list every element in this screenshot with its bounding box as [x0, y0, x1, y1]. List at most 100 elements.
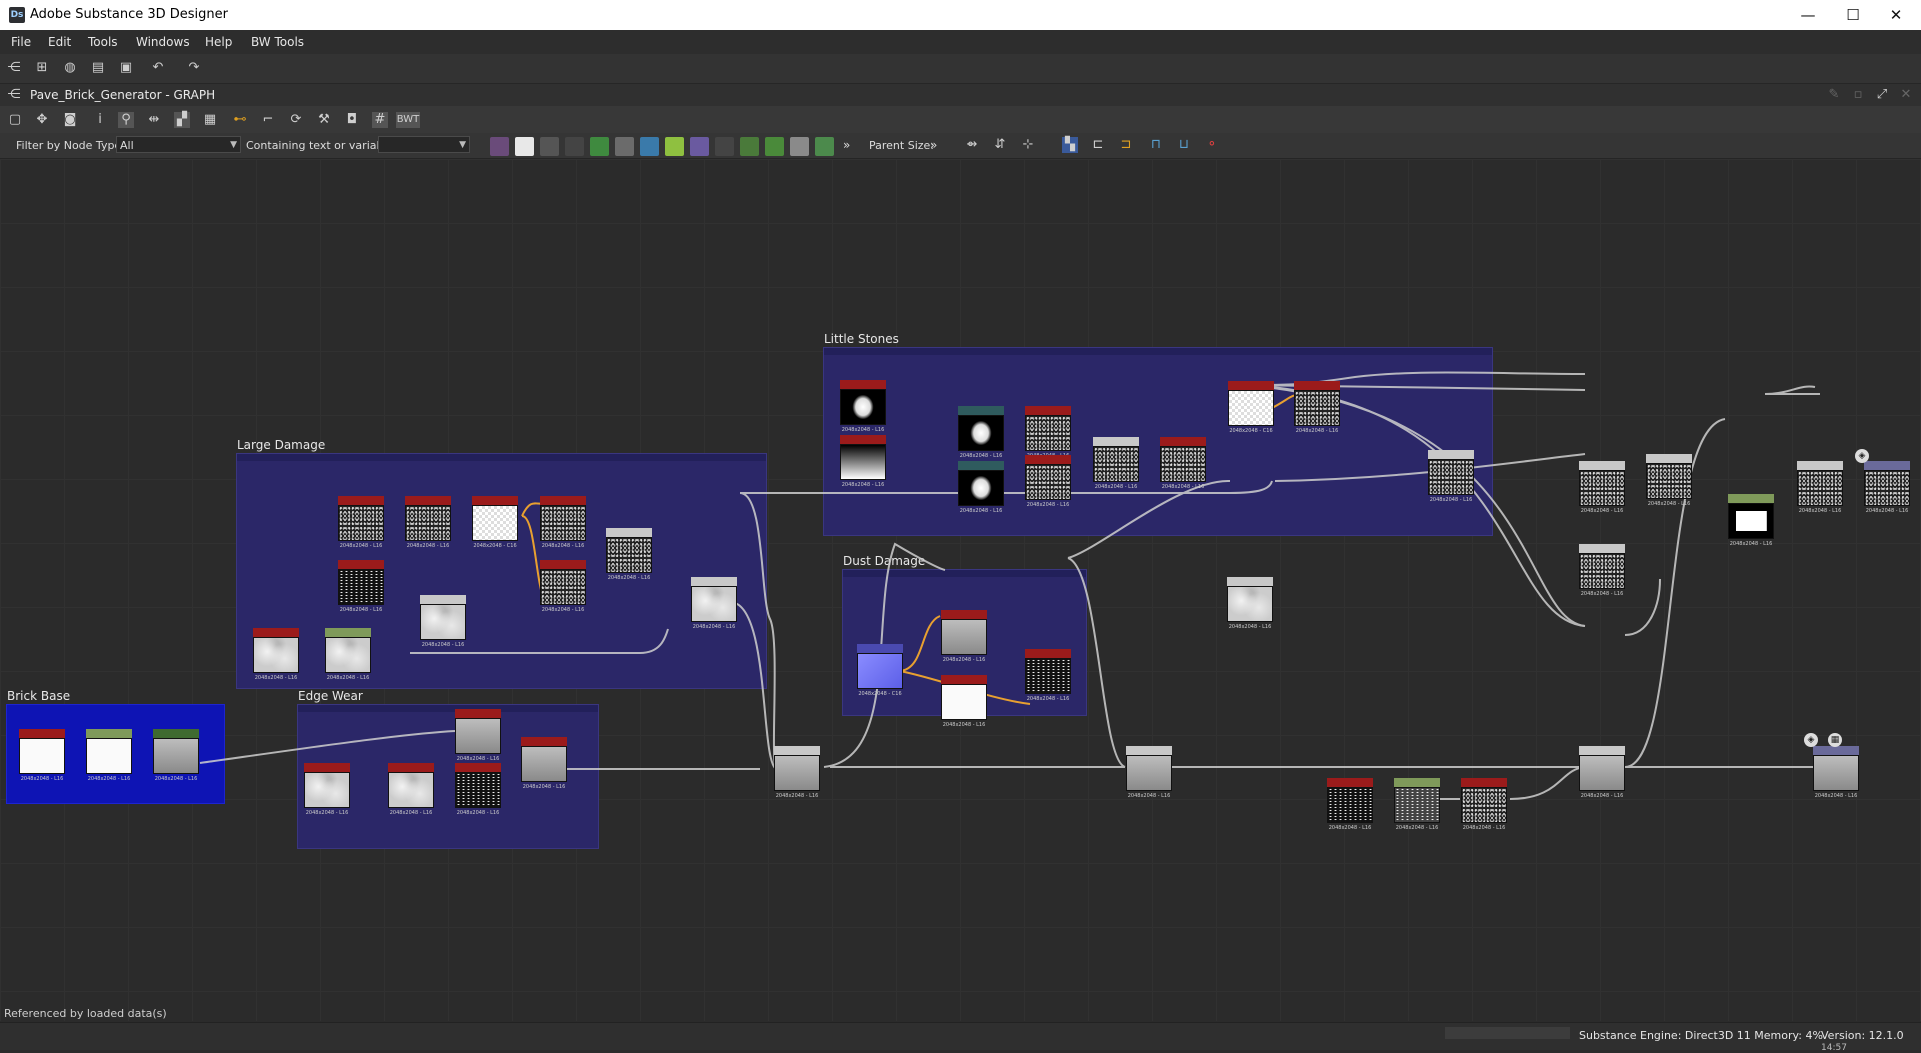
- node-blend-ls[interactable]: 2048x2048 - L16: [1093, 437, 1139, 490]
- node-flood-fill-random[interactable]: 2048x2048 - L16: [540, 560, 586, 613]
- menu-help[interactable]: Help: [205, 35, 232, 49]
- node-flood-fill-to-gradient[interactable]: 2048x2048 - L16: [540, 496, 586, 549]
- redo-icon[interactable]: ↷: [186, 60, 202, 76]
- node-splatter-2[interactable]: 2048x2048 - L16: [1025, 455, 1071, 508]
- node-blend-main-3[interactable]: 2048x2048 - L16: [1579, 746, 1625, 799]
- node-blur[interactable]: 2048x2048 - L16: [325, 628, 371, 681]
- node-histogram-scan[interactable]: 2048x2048 - L16: [405, 496, 451, 549]
- wrench-icon[interactable]: ⚒: [316, 112, 332, 128]
- filter-shuffle-icon[interactable]: [565, 137, 584, 156]
- close-panel-icon[interactable]: ✕: [1898, 87, 1914, 103]
- node-voronoi[interactable]: 2048x2048 - L16: [304, 763, 350, 816]
- node-blend-r2[interactable]: 2048x2048 - L16: [1646, 454, 1692, 507]
- filter-transform-icon[interactable]: [640, 137, 659, 156]
- filter-graph-icon[interactable]: [765, 137, 784, 156]
- pin-icon[interactable]: ✎: [1826, 87, 1842, 103]
- menu-windows[interactable]: Windows: [136, 35, 190, 49]
- menu-tools[interactable]: Tools: [88, 35, 118, 49]
- node-gradient-linear[interactable]: 2048x2048 - L16: [840, 435, 886, 488]
- filter-grid-icon[interactable]: [715, 137, 734, 156]
- layout-6-icon[interactable]: ⚬: [1204, 137, 1220, 153]
- close-button[interactable]: ✕: [1876, 4, 1916, 26]
- node-dirt-2[interactable]: 2048x2048 - L16: [1327, 778, 1373, 831]
- align-vertical-icon[interactable]: ⇵: [992, 137, 1008, 153]
- screenshot-icon[interactable]: ◙: [62, 112, 78, 128]
- image-icon[interactable]: ◘: [344, 112, 360, 128]
- node-ambient-occlusion[interactable]: 2048x2048 - L16: [941, 675, 987, 728]
- node-directional-splatter[interactable]: 2048x2048 - L16: [338, 496, 384, 549]
- node-shape-base[interactable]: 2048x2048 - L16: [19, 729, 65, 782]
- minimize-button[interactable]: —: [1788, 4, 1828, 26]
- containing-text-input[interactable]: ▼: [378, 136, 470, 153]
- filter-paint-icon[interactable]: [615, 137, 634, 156]
- filter-node-icon[interactable]: [740, 137, 759, 156]
- node-edge-detect-1[interactable]: 2048x2048 - L16: [455, 709, 501, 762]
- node-histogram-scan-2[interactable]: 2048x2048 - L16: [1461, 778, 1507, 831]
- align-icon[interactable]: ⇹: [146, 112, 162, 128]
- bwt-button[interactable]: BWT: [396, 112, 420, 128]
- output-2d-icon[interactable]: ▦: [1828, 733, 1842, 747]
- link-icon[interactable]: ⊷: [232, 112, 248, 128]
- snap-icon[interactable]: ▞: [174, 112, 190, 128]
- node-levels[interactable]: 2048x2048 - L16: [1728, 494, 1774, 547]
- layout-2-icon[interactable]: ⊏: [1090, 137, 1106, 153]
- node-blend-r4[interactable]: 2048x2048 - L16: [1797, 461, 1843, 514]
- node-blur-hq[interactable]: 2048x2048 - L16: [388, 763, 434, 816]
- refresh-icon[interactable]: ⟳: [288, 112, 304, 128]
- info-icon[interactable]: i: [92, 112, 108, 128]
- node-blend-main-2[interactable]: 2048x2048 - L16: [1126, 746, 1172, 799]
- maximize-button[interactable]: ☐: [1833, 4, 1873, 26]
- search-icon[interactable]: ⚲: [118, 112, 134, 128]
- node-blur-2[interactable]: 2048x2048 - L16: [1394, 778, 1440, 831]
- filter-dots-icon[interactable]: [790, 137, 809, 156]
- filter-curve-icon[interactable]: [590, 137, 609, 156]
- filter-circle-icon[interactable]: [690, 137, 709, 156]
- filter-edit-icon[interactable]: [665, 137, 684, 156]
- output-3d-icon[interactable]: ◈: [1855, 449, 1869, 463]
- node-flood-fill-ls[interactable]: 2048x2048 - C16: [1228, 381, 1274, 434]
- node-distance[interactable]: 2048x2048 - L16: [86, 729, 132, 782]
- explorer-icon[interactable]: ⋲: [6, 60, 22, 76]
- node-blend-ld[interactable]: 2048x2048 - L16: [606, 528, 652, 581]
- filter-blend-icon[interactable]: [540, 137, 559, 156]
- menu-bw-tools[interactable]: BW Tools: [251, 35, 304, 49]
- node-blend-r1[interactable]: 2048x2048 - L16: [1579, 461, 1625, 514]
- node-blend-ld-out[interactable]: 2048x2048 - L16: [691, 577, 737, 630]
- node-type-select[interactable]: All ▼: [116, 136, 241, 153]
- node-directional-warp-2[interactable]: 2048x2048 - L16: [958, 461, 1004, 514]
- frame-all-icon[interactable]: ▢: [7, 112, 23, 128]
- node-grunge-map-ld[interactable]: 2048x2048 - L16: [338, 560, 384, 613]
- menu-file[interactable]: File: [11, 35, 31, 49]
- layout-3-icon[interactable]: ⊐: [1118, 137, 1134, 153]
- parent-size-more-icon[interactable]: »: [930, 138, 937, 152]
- node-directional-warp-1[interactable]: 2048x2048 - L16: [958, 406, 1004, 459]
- layout-1-icon[interactable]: ▚: [1062, 137, 1078, 153]
- grid-icon[interactable]: #: [372, 112, 388, 128]
- distribute-icon[interactable]: ⊹: [1020, 137, 1036, 153]
- graph-canvas[interactable]: Large Damage Little Stones Dust Damage B…: [0, 159, 1921, 1021]
- more-filters-icon[interactable]: »: [843, 138, 850, 152]
- maximize-panel-icon[interactable]: ⤢: [1874, 87, 1890, 103]
- table-icon[interactable]: ▦: [202, 112, 218, 128]
- filter-bitmap-icon[interactable]: [490, 137, 509, 156]
- node-edge-detect-2[interactable]: 2048x2048 - L16: [521, 737, 567, 790]
- layout-4-icon[interactable]: ⊓: [1148, 137, 1164, 153]
- node-splatter-1[interactable]: 2048x2048 - L16: [1025, 406, 1071, 459]
- node-flood-fill-gradient-ls[interactable]: 2048x2048 - L16: [1294, 381, 1340, 434]
- node-curvature-smooth[interactable]: 2048x2048 - L16: [941, 610, 987, 663]
- undo-icon[interactable]: ↶: [150, 60, 166, 76]
- float-icon[interactable]: ▫: [1850, 87, 1866, 103]
- node-blend-main-1[interactable]: 2048x2048 - L16: [774, 746, 820, 799]
- connect-icon[interactable]: ⌐: [260, 112, 276, 128]
- node-curve[interactable]: 2048x2048 - L16: [153, 729, 199, 782]
- node-blend-dust[interactable]: 2048x2048 - L16: [1227, 577, 1273, 630]
- node-blend-ld-2[interactable]: 2048x2048 - L16: [420, 595, 466, 648]
- layout-5-icon[interactable]: ⊔: [1176, 137, 1192, 153]
- node-blend-ls-out[interactable]: 2048x2048 - L16: [1428, 450, 1474, 503]
- node-normal[interactable]: 2048x2048 - C16: [857, 644, 903, 697]
- node-histogram-scan-ls[interactable]: 2048x2048 - L16: [1160, 437, 1206, 490]
- node-output-mask[interactable]: 2048x2048 - L16: [1864, 461, 1910, 514]
- node-dirt[interactable]: 2048x2048 - L16: [1025, 649, 1071, 702]
- output-3d-icon[interactable]: ◈: [1804, 733, 1818, 747]
- new-graph-icon[interactable]: ⊞: [34, 60, 50, 76]
